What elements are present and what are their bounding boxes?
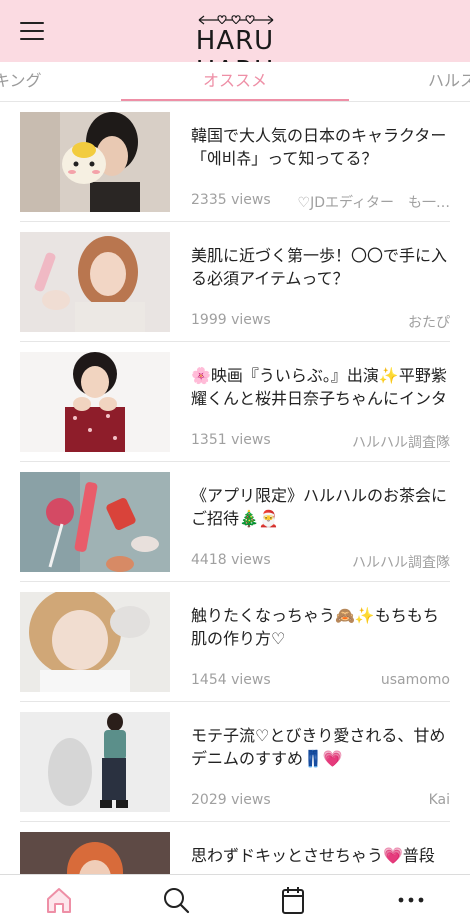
article-card[interactable]: 《アプリ限定》ハルハルのお茶会にご招待🎄🎅 4418 views ハルハル調査隊 — [20, 462, 450, 582]
article-views: 1454 views — [191, 672, 271, 688]
article-author: usamomo — [380, 672, 450, 688]
article-thumbnail — [20, 832, 170, 874]
article-title[interactable]: 美肌に近づく第一歩！〇〇で手に入る必須アイテムって？ — [191, 244, 451, 290]
article-views: 2029 views — [191, 792, 271, 808]
article-title[interactable]: 韓国で大人気の日本のキャラクター「에비츄」って知ってる？ — [191, 124, 451, 170]
article-views: 2335 views — [191, 192, 271, 208]
article-thumbnail — [20, 352, 170, 452]
article-card[interactable]: 触りたくなっちゃう🙈✨もちもち肌の作り方♡ 1454 views usamomo — [20, 582, 450, 702]
article-card[interactable]: 🌸映画『ういらぶ。』出演✨平野紫耀くんと桜井日奈子ちゃんにインタビュー💖 135… — [20, 342, 450, 462]
article-title[interactable]: 《アプリ限定》ハルハルのお茶会にご招待🎄🎅 — [191, 484, 451, 530]
article-views: 1999 views — [191, 312, 271, 328]
more-icon[interactable] — [396, 885, 426, 915]
article-author: おたぴ — [408, 315, 450, 331]
hamburger-menu-icon[interactable] — [20, 22, 44, 42]
article-author: ハルハル調査隊 — [352, 435, 450, 451]
article-title[interactable]: 触りたくなっちゃう🙈✨もちもち肌の作り方♡ — [191, 604, 451, 650]
bottom-navigation — [0, 874, 470, 922]
app-header: HARU HARU — [0, 0, 470, 86]
article-thumbnail — [20, 592, 170, 692]
article-views: 4418 views — [191, 552, 271, 568]
tab-recommended[interactable]: オススメ — [121, 62, 349, 101]
article-title[interactable]: 🌸映画『ういらぶ。』出演✨平野紫耀くんと桜井日奈子ちゃんにインタビュー💖 — [191, 364, 451, 410]
logo-hearts-ornament — [198, 15, 274, 25]
article-title[interactable]: モテ子流♡とびきり愛される、甘めデニムのすすめ👖💗 — [191, 724, 451, 770]
search-icon[interactable] — [161, 885, 191, 915]
article-card[interactable]: 美肌に近づく第一歩！〇〇で手に入る必須アイテムって？ 1999 views おた… — [20, 222, 450, 342]
tab-ranking[interactable]: キング — [0, 62, 42, 101]
article-thumbnail — [20, 712, 170, 812]
article-feed[interactable]: 韓国で大人気の日本のキャラクター「에비츄」って知ってる？ 2335 views … — [0, 102, 470, 874]
article-thumbnail — [20, 112, 170, 212]
article-author: ♡JDエディター も一… — [297, 195, 450, 211]
article-thumbnail — [20, 232, 170, 332]
home-icon[interactable] — [44, 885, 74, 915]
article-card[interactable]: 思わずドキッとさせちゃう💗普段 — [20, 822, 450, 874]
article-author: Kai — [428, 792, 450, 808]
app-logo[interactable]: HARU HARU — [155, 12, 315, 86]
article-title[interactable]: 思わずドキッとさせちゃう💗普段 — [191, 844, 451, 867]
calendar-icon[interactable] — [278, 885, 308, 915]
article-author: ハルハル調査隊 — [352, 555, 450, 571]
category-tabs: キング オススメ ハルス — [0, 62, 470, 102]
article-card[interactable]: モテ子流♡とびきり愛される、甘めデニムのすすめ👖💗 2029 views Kai — [20, 702, 450, 822]
article-views: 1351 views — [191, 432, 271, 448]
article-thumbnail — [20, 472, 170, 572]
tab-haruharu[interactable]: ハルス — [428, 62, 470, 101]
article-card[interactable]: 韓国で大人気の日本のキャラクター「에비츄」って知ってる？ 2335 views … — [20, 102, 450, 222]
